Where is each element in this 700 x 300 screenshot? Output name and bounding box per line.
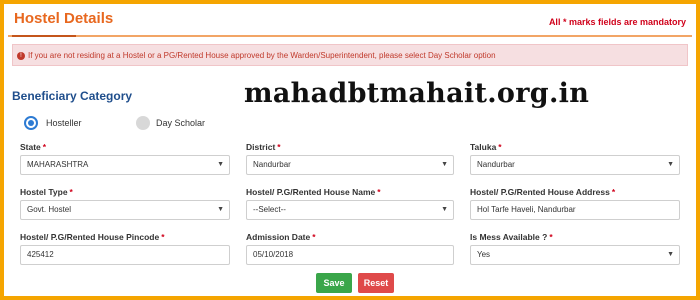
section-title: Beneficiary Category bbox=[12, 89, 133, 103]
house-name-select[interactable]: --Select-- ▼ bbox=[246, 200, 454, 220]
house-name-label: Hostel/ P.G/Rented House Name * bbox=[246, 187, 381, 197]
admission-date-input[interactable]: 05/10/2018 bbox=[246, 245, 454, 265]
house-address-label: Hostel/ P.G/Rented House Address * bbox=[470, 187, 616, 197]
state-label: State * bbox=[20, 142, 47, 152]
chevron-down-icon: ▼ bbox=[217, 161, 224, 168]
save-button[interactable]: Save bbox=[316, 273, 352, 293]
chevron-down-icon: ▼ bbox=[441, 206, 448, 213]
hostel-type-label: Hostel Type * bbox=[20, 187, 73, 197]
mandatory-note: All * marks fields are mandatory bbox=[548, 17, 686, 27]
district-select[interactable]: Nandurbar ▼ bbox=[246, 155, 454, 175]
day-scholar-label: Day Scholar bbox=[156, 118, 206, 128]
page-frame: Hostel Details All * marks fields are ma… bbox=[0, 0, 700, 300]
reset-button[interactable]: Reset bbox=[358, 273, 394, 293]
title-underline bbox=[12, 35, 76, 37]
chevron-down-icon: ▼ bbox=[667, 161, 674, 168]
chevron-down-icon: ▼ bbox=[667, 251, 674, 258]
admission-date-label: Admission Date * bbox=[246, 232, 316, 242]
taluka-label: Taluka * bbox=[470, 142, 502, 152]
page-title: Hostel Details bbox=[14, 10, 114, 27]
pincode-input[interactable]: 425412 bbox=[20, 245, 230, 265]
alert-icon: ! bbox=[17, 51, 25, 60]
alert-text: If you are not residing at a Hostel or a… bbox=[28, 51, 496, 60]
mess-label: Is Mess Available ? * bbox=[470, 232, 553, 242]
taluka-select[interactable]: Nandurbar ▼ bbox=[470, 155, 680, 175]
title-divider bbox=[8, 35, 692, 37]
state-select[interactable]: MAHARASHTRA ▼ bbox=[20, 155, 230, 175]
pincode-label: Hostel/ P.G/Rented House Pincode * bbox=[20, 232, 165, 242]
chevron-down-icon: ▼ bbox=[217, 206, 224, 213]
hosteller-radio[interactable] bbox=[24, 116, 38, 130]
house-address-input[interactable]: Hol Tarfe Haveli, Nandurbar bbox=[470, 200, 680, 220]
watermark-text: mahadbtmahait.org.in bbox=[244, 78, 590, 109]
info-alert: ! If you are not residing at a Hostel or … bbox=[12, 44, 688, 66]
chevron-down-icon: ▼ bbox=[441, 161, 448, 168]
district-label: District * bbox=[246, 142, 281, 152]
hostel-type-select[interactable]: Govt. Hostel ▼ bbox=[20, 200, 230, 220]
hosteller-label: Hosteller bbox=[46, 118, 82, 128]
day-scholar-radio[interactable] bbox=[136, 116, 150, 130]
mess-select[interactable]: Yes ▼ bbox=[470, 245, 680, 265]
hostel-details-panel: Hostel Details All * marks fields are ma… bbox=[8, 8, 692, 293]
